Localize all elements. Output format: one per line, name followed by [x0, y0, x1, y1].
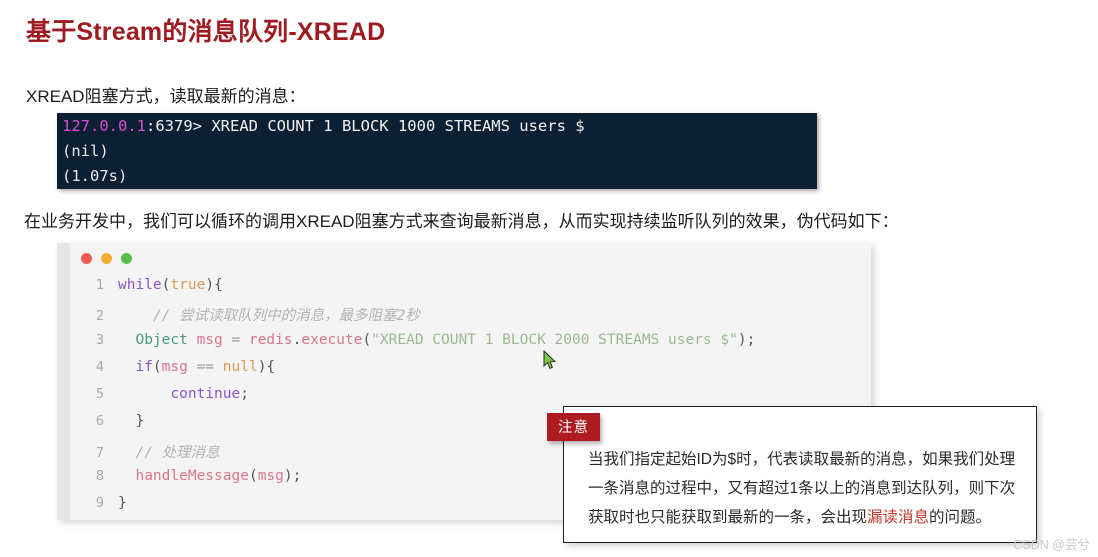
code-token: // 尝试读取队列中的消息，最多阻塞2秒	[118, 308, 420, 325]
line-number: 9	[95, 495, 104, 512]
terminal-prompt-line: 127.0.0.1:6379> XREAD COUNT 1 BLOCK 1000…	[57, 113, 817, 139]
code-text: handleMessage(msg);	[118, 468, 301, 484]
code-token: (	[152, 358, 162, 375]
code-text: Object msg = redis.execute("XREAD COUNT …	[118, 332, 755, 348]
code-gutter-strip	[57, 243, 70, 520]
code-token: redis	[248, 331, 293, 348]
line-number: 4	[95, 358, 104, 375]
terminal-output-block: 127.0.0.1:6379> XREAD COUNT 1 BLOCK 1000…	[57, 113, 817, 189]
terminal-host: 127.0.0.1	[62, 117, 146, 135]
code-token: while	[118, 277, 162, 293]
code-token: Object	[118, 331, 188, 348]
code-token: ;	[240, 386, 249, 403]
minimize-dot-icon[interactable]	[101, 253, 112, 264]
code-token: );	[737, 331, 756, 348]
code-text: if(msg == null){	[118, 359, 275, 375]
line-number: 6	[95, 413, 104, 430]
line-number: 1	[95, 277, 104, 293]
line-number: 3	[95, 331, 104, 348]
code-token: if	[118, 358, 153, 375]
note-plain-text: 的问题。	[929, 509, 992, 526]
code-token: (	[248, 468, 258, 485]
code-line: 4 if(msg == null){	[70, 359, 871, 386]
code-text: continue;	[118, 386, 249, 402]
line-number: 2	[95, 308, 104, 325]
code-token: }	[118, 413, 145, 430]
code-token: );	[283, 468, 302, 485]
code-token: msg	[161, 358, 188, 375]
code-token: execute	[301, 331, 363, 348]
code-token: continue	[118, 386, 241, 403]
code-text: // 尝试读取队列中的消息，最多阻塞2秒	[118, 304, 420, 325]
close-dot-icon[interactable]	[81, 253, 92, 264]
code-text: }	[118, 495, 127, 511]
note-callout: 注意 当我们指定起始ID为$时，代表读取最新的消息，如果我们处理一条消息的过程中…	[547, 406, 1037, 543]
note-body-text: 当我们指定起始ID为$时，代表读取最新的消息，如果我们处理一条消息的过程中，又有…	[588, 445, 1018, 532]
window-controls	[81, 253, 132, 264]
note-highlight-text: 漏读消息	[867, 509, 930, 526]
body-paragraph: 在业务开发中，我们可以循环的调用XREAD阻塞方式来查询最新消息，从而实现持续监…	[24, 212, 899, 231]
code-token: msg	[187, 331, 223, 348]
page-title: 基于Stream的消息队列-XREAD	[26, 18, 386, 46]
line-number: 5	[95, 386, 104, 403]
line-number: 7	[95, 444, 104, 461]
code-token: // 处理消息	[118, 444, 220, 461]
code-line: 2 // 尝试读取队列中的消息，最多阻塞2秒	[70, 304, 871, 331]
code-token: }	[118, 495, 127, 512]
code-line: 3 Object msg = redis.execute("XREAD COUN…	[70, 332, 871, 359]
code-text: while(true){	[118, 277, 223, 293]
line-number: 8	[95, 468, 104, 485]
code-token: "XREAD COUNT 1 BLOCK 2000 STREAMS users …	[371, 331, 738, 348]
code-text: // 处理消息	[118, 441, 220, 462]
code-line: 1 while(true){	[70, 277, 871, 304]
code-token: ){	[205, 277, 223, 293]
code-token: (	[362, 331, 372, 348]
watermark: CSDN @芸兮	[1013, 538, 1090, 552]
code-token: =	[222, 331, 249, 348]
terminal-output-line-1: (nil)	[62, 142, 109, 160]
code-token: handleMessage	[118, 468, 249, 485]
code-token: ==	[187, 358, 223, 375]
code-token: ){	[257, 358, 276, 375]
code-token: true	[170, 277, 206, 293]
note-tag-badge: 注意	[547, 413, 600, 441]
code-text: }	[118, 413, 144, 429]
terminal-output-line-2: (1.07s)	[62, 167, 128, 185]
code-token: null	[222, 358, 258, 375]
intro-text: XREAD阻塞方式，读取最新的消息：	[26, 87, 306, 106]
terminal-command: :6379> XREAD COUNT 1 BLOCK 1000 STREAMS …	[146, 117, 585, 135]
code-token: msg	[257, 468, 284, 485]
maximize-dot-icon[interactable]	[121, 253, 132, 264]
